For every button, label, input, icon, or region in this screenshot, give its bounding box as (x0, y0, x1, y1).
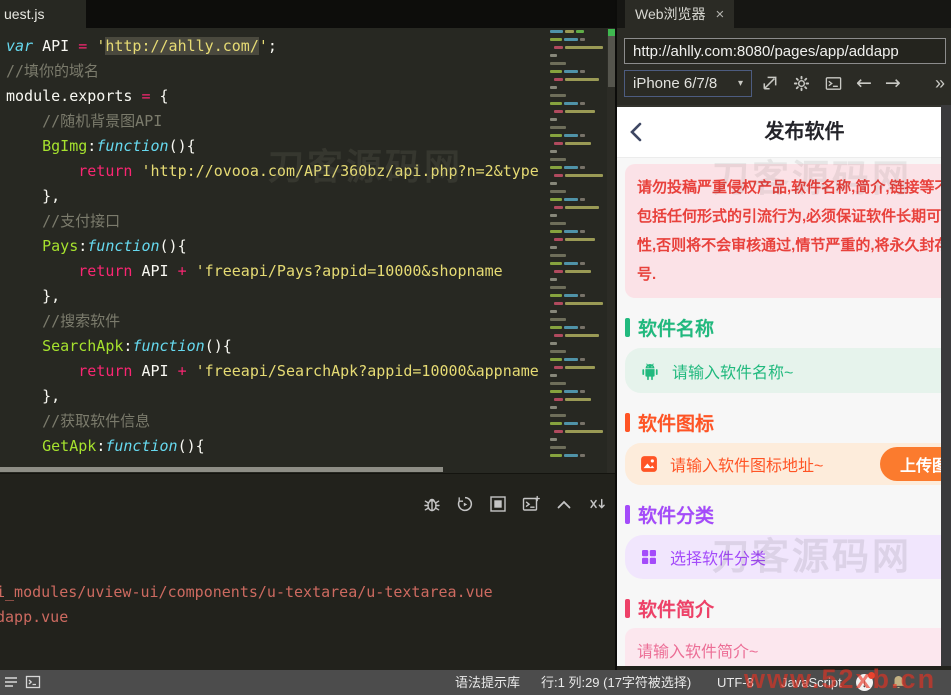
code-line[interactable]: }, (6, 284, 543, 309)
console-toolbar (422, 494, 607, 514)
clear-console-icon[interactable] (587, 494, 607, 514)
category-placeholder: 选择软件分类 (670, 551, 767, 568)
code-line[interactable]: }, (6, 384, 543, 409)
editor-hscrollbar[interactable] (0, 467, 443, 472)
upload-image-button[interactable]: 上传图片 (880, 447, 941, 481)
terminal-icon[interactable] (824, 74, 843, 93)
browser-tabbar: Web浏览器 × (617, 0, 951, 28)
back-icon[interactable]: ← (856, 70, 872, 97)
encoding-label[interactable]: UTF-8 (717, 670, 754, 695)
syntax-lib-label[interactable]: 语法提示库 (455, 670, 520, 695)
heading-title: 软件简介 (638, 600, 715, 621)
mobile-page: 发布软件 请勿投稿严重侵权产品,软件名称,简介,链接等不得包括任何形式的引流行为… (617, 107, 941, 668)
selected-text: http://ahlly.com/ (105, 37, 259, 55)
code-line[interactable]: return API + 'freeapi/SearchApk?appid=10… (6, 359, 543, 384)
tab-request-js[interactable]: uest.js (0, 0, 86, 28)
console-line: i_modules/uview-ui/components/u-textarea… (0, 583, 493, 601)
category-select[interactable]: 选择软件分类 (625, 535, 941, 579)
app-icon-placeholder: 请输入软件图标地址~ (670, 458, 824, 475)
code-line[interactable]: //填你的域名 (6, 59, 543, 84)
device-label: iPhone 6/7/8 (633, 75, 718, 92)
app-icon-url-input[interactable]: 请输入软件图标地址~ 上传图片 (625, 443, 941, 485)
code-line[interactable]: return API + 'freeapi/Pays?appid=10000&s… (6, 259, 543, 284)
code-line[interactable]: SearchApk:function(){ (6, 334, 543, 359)
code-line[interactable]: var API = 'http://ahlly.com/'; (6, 34, 543, 59)
close-icon[interactable]: × (716, 6, 725, 23)
code-line[interactable]: GetApk:function(){ (6, 434, 543, 459)
page-title: 发布软件 (764, 121, 845, 143)
console-panel: i_modules/uview-ui/components/u-textarea… (0, 473, 617, 671)
code-editor[interactable]: var API = 'http://ahlly.com/';//填你的域名 mod… (0, 28, 617, 473)
image-icon (641, 456, 657, 472)
heading-bar (625, 318, 630, 337)
more-icon[interactable]: » (935, 70, 945, 97)
browser-toolbar: iPhone 6/7/8 ▾ ← → » (617, 28, 951, 105)
collapse-panel-icon[interactable] (554, 494, 574, 514)
editor-tabbar: uest.js (0, 0, 617, 28)
update-icon[interactable]: ↓ (856, 672, 875, 691)
statusbar: 语法提示库 行:1 列:29 (17字符被选择) UTF-8 JavaScrip… (0, 670, 951, 695)
browser-tab-label: Web浏览器 (635, 6, 706, 22)
stop-icon[interactable] (488, 494, 508, 514)
notice-banner: 请勿投稿严重侵权产品,软件名称,简介,链接等不得包括任何形式的引流行为,必须保证… (625, 164, 941, 298)
page-content: 请勿投稿严重侵权产品,软件名称,简介,链接等不得包括任何形式的引流行为,必须保证… (617, 164, 941, 668)
heading-bar (625, 413, 630, 432)
section-heading-name: 软件名称 (625, 314, 941, 341)
panel-divider[interactable] (615, 0, 617, 670)
code-area[interactable]: var API = 'http://ahlly.com/';//填你的域名 mod… (6, 34, 543, 461)
heading-title: 软件分类 (638, 506, 715, 527)
heading-bar (625, 599, 630, 618)
forward-icon[interactable]: → (885, 70, 901, 97)
grid-icon (642, 550, 656, 564)
section-heading-icon: 软件图标 (625, 409, 941, 436)
heading-title: 软件名称 (638, 319, 715, 340)
open-in-browser-icon[interactable] (760, 74, 779, 93)
new-terminal-icon[interactable] (521, 494, 541, 514)
code-line[interactable]: //获取软件信息 (6, 409, 543, 434)
heading-bar (625, 505, 630, 524)
app-name-placeholder: 请输入软件名称~ (672, 364, 794, 382)
code-line[interactable]: }, (6, 184, 543, 209)
code-line[interactable]: //搜索软件 (6, 309, 543, 334)
webview: 发布软件 请勿投稿严重侵权产品,软件名称,简介,链接等不得包括任何形式的引流行为… (617, 105, 941, 668)
language-label[interactable]: JavaScript (781, 670, 842, 695)
console-output: i_modules/uview-ui/components/u-textarea… (0, 580, 617, 630)
web-browser-panel: Web浏览器 × iPhone 6/7/8 ▾ ← → » (617, 0, 951, 670)
code-line[interactable]: Pays:function(){ (6, 234, 543, 259)
settings-gear-icon[interactable] (792, 74, 811, 93)
code-line[interactable]: BgImg:function(){ (6, 134, 543, 159)
code-line[interactable]: //随机背景图API (6, 109, 543, 134)
notification-dot (868, 672, 875, 679)
cursor-position[interactable]: 行:1 列:29 (17字符被选择) (541, 670, 691, 695)
section-heading-category: 软件分类 (625, 501, 941, 528)
debug-bug-icon[interactable] (422, 494, 442, 514)
bell-icon[interactable] (890, 674, 907, 691)
code-line[interactable]: module.exports = { (6, 84, 543, 109)
section-heading-intro: 软件简介 (625, 595, 941, 622)
webview-scrollbar[interactable] (941, 105, 951, 666)
back-chevron-icon[interactable] (625, 120, 649, 144)
console-line: dapp.vue (0, 608, 69, 626)
hbuilderx-window: uest.js var API = 'http://ahlly.com/';//… (0, 0, 951, 695)
outline-list-icon[interactable] (3, 674, 19, 690)
code-line[interactable]: return 'http://ovooa.com/API/360bz/api.p… (6, 159, 543, 184)
tab-label: uest.js (4, 6, 45, 22)
url-input[interactable] (624, 38, 946, 64)
code-line[interactable]: //支付接口 (6, 209, 543, 234)
app-name-input[interactable]: 请输入软件名称~ (625, 348, 941, 393)
heading-title: 软件图标 (638, 414, 715, 435)
chevron-down-icon: ▾ (737, 78, 743, 89)
device-select[interactable]: iPhone 6/7/8 ▾ (624, 70, 752, 97)
terminal-status-icon[interactable] (25, 674, 41, 690)
restart-icon[interactable] (455, 494, 475, 514)
tab-web-browser[interactable]: Web浏览器 × (625, 0, 735, 28)
page-header: 发布软件 (617, 107, 941, 158)
android-icon (642, 363, 658, 380)
intro-textarea[interactable]: 请输入软件简介~ (625, 628, 941, 668)
minimap[interactable] (546, 30, 606, 473)
